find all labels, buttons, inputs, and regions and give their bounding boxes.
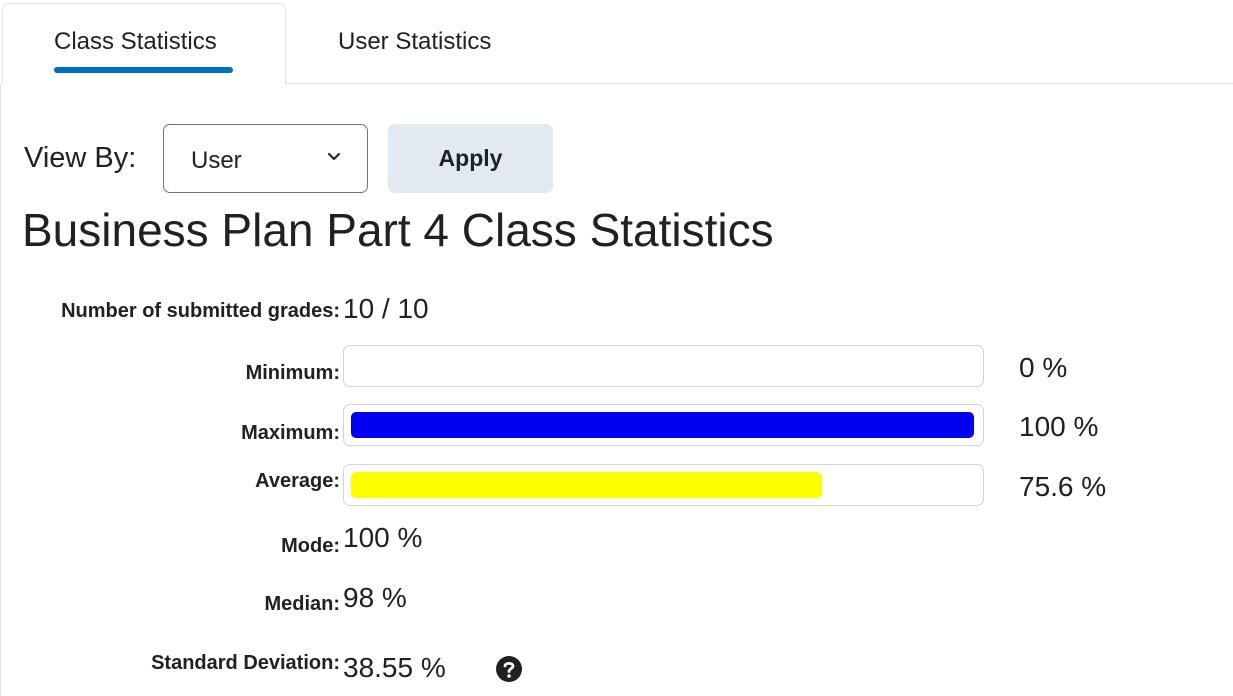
minimum-value: 0 % — [1019, 352, 1068, 383]
std-dev-label: Standard Deviation: — [151, 652, 340, 674]
view-by-select[interactable]: User — [163, 124, 368, 193]
average-value: 75.6 % — [1019, 471, 1107, 502]
help-icon[interactable] — [495, 655, 523, 683]
tab-class-statistics[interactable]: Class Statistics — [54, 28, 217, 56]
median-label: Median: — [264, 593, 340, 615]
mode-value: 100 % — [343, 522, 423, 553]
minimum-bar — [343, 345, 984, 387]
maximum-label: Maximum: — [241, 422, 340, 444]
std-dev-value: 38.55 % — [343, 652, 446, 683]
maximum-value: 100 % — [1019, 411, 1099, 442]
median-value: 98 % — [343, 582, 407, 613]
chevron-down-icon — [328, 153, 340, 160]
active-tab-indicator — [54, 67, 233, 73]
apply-button[interactable]: Apply — [388, 124, 553, 193]
average-bar-fill — [351, 472, 822, 498]
view-by-selected-value: User — [191, 147, 242, 174]
minimum-label: Minimum: — [245, 362, 340, 384]
average-label: Average: — [255, 470, 340, 492]
maximum-bar — [343, 404, 984, 446]
submitted-grades-label: Number of submitted grades: — [61, 300, 340, 322]
submitted-grades-value: 10 / 10 — [343, 293, 429, 324]
tab-strip-divider — [285, 83, 1233, 84]
page-title: Business Plan Part 4 Class Statistics — [22, 204, 774, 256]
view-by-label: View By: — [24, 142, 137, 174]
average-bar — [343, 464, 984, 506]
mode-label: Mode: — [281, 535, 340, 557]
maximum-bar-fill — [351, 412, 974, 438]
tab-user-statistics[interactable]: User Statistics — [338, 28, 491, 56]
content-left-border — [0, 83, 1, 696]
